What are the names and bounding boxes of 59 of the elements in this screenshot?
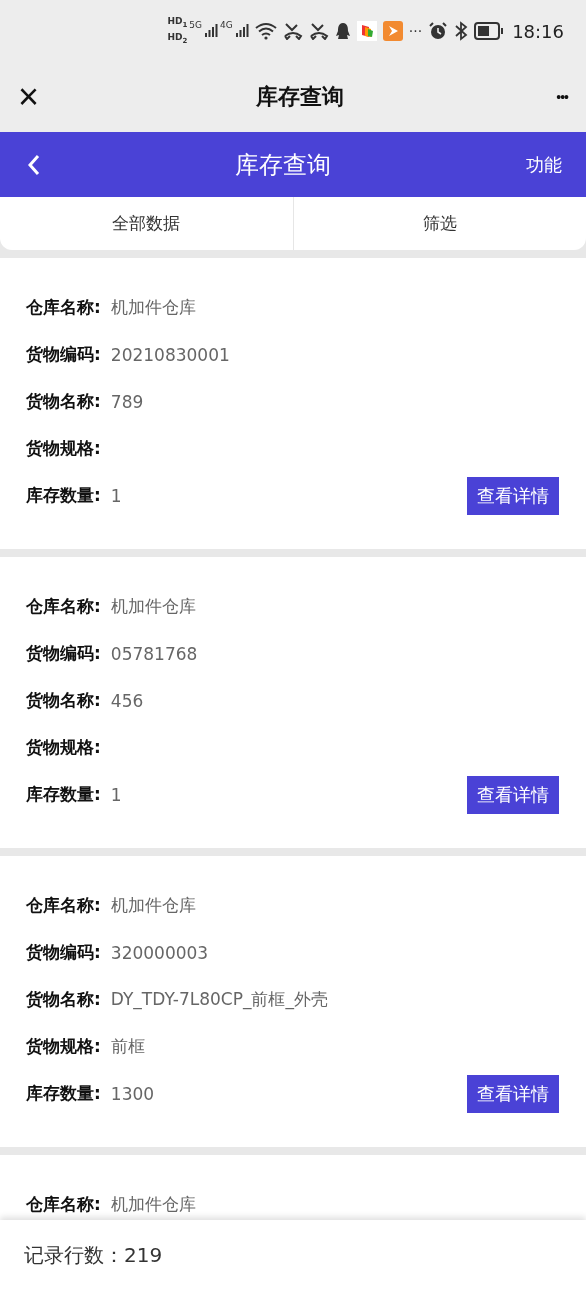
function-button[interactable]: 功能 bbox=[526, 152, 562, 177]
field-value: 前框 bbox=[110, 1035, 145, 1058]
missed-call-icon bbox=[308, 22, 329, 40]
field-label: 货物编码: bbox=[26, 642, 101, 665]
network-type: 5G bbox=[189, 20, 203, 31]
field-value: 机加件仓库 bbox=[110, 1193, 196, 1216]
detail-button[interactable]: 查看详情 bbox=[467, 775, 559, 814]
back-icon[interactable] bbox=[28, 153, 40, 176]
more-notifications: ··· bbox=[408, 23, 423, 39]
penguin-icon bbox=[334, 22, 351, 40]
hd-indicator: HD$_{1}$ bbox=[167, 16, 188, 30]
field-value: 320000003 bbox=[110, 942, 209, 963]
page-title: 库存查询 bbox=[255, 83, 344, 111]
field-value: 机加件仓库 bbox=[110, 595, 196, 618]
tab[interactable]: 全部数据 bbox=[0, 197, 293, 250]
field-label: 货物名称: bbox=[26, 390, 101, 413]
field-value: 20210830001 bbox=[110, 344, 230, 365]
wifi-icon bbox=[254, 22, 277, 40]
field-value: 789 bbox=[110, 391, 144, 412]
detail-button[interactable]: 查看详情 bbox=[467, 1074, 559, 1113]
hd-indicator: HD$_{2}$ bbox=[167, 32, 188, 46]
field-value: 1300 bbox=[110, 1083, 155, 1104]
field-value: 1 bbox=[110, 784, 122, 805]
field-value: 456 bbox=[110, 690, 144, 711]
field-label: 仓库名称: bbox=[26, 296, 101, 319]
field-label: 货物规格: bbox=[26, 1035, 101, 1058]
network-type: 4G bbox=[220, 20, 233, 31]
tab[interactable]: 筛选 bbox=[292, 197, 586, 250]
app-icon bbox=[356, 21, 377, 41]
clock-time: 18:16 bbox=[512, 20, 564, 42]
play-app-icon bbox=[382, 21, 403, 41]
field-value: 1 bbox=[110, 485, 122, 506]
field-label: 库存数量: bbox=[26, 484, 101, 507]
field-label: 库存数量: bbox=[26, 783, 101, 806]
missed-call-icon bbox=[282, 22, 303, 40]
field-value: 05781768 bbox=[110, 643, 198, 664]
field-value: DY_TDY-7L80CP_前框_外壳 bbox=[110, 988, 328, 1011]
field-label: 货物编码: bbox=[26, 941, 101, 964]
field-label: 仓库名称: bbox=[26, 595, 101, 618]
field-value: 机加件仓库 bbox=[110, 296, 196, 319]
field-label: 货物名称: bbox=[26, 988, 101, 1011]
field-label: 货物规格: bbox=[26, 437, 101, 460]
header-title: 库存查询 bbox=[235, 149, 331, 181]
field-label: 仓库名称: bbox=[26, 1193, 101, 1216]
detail-button[interactable]: 查看详情 bbox=[467, 476, 559, 515]
signal-icon bbox=[234, 24, 249, 38]
field-label: 库存数量: bbox=[26, 1082, 101, 1105]
field-label: 货物名称: bbox=[26, 689, 101, 712]
alarm-icon bbox=[428, 21, 449, 41]
field-label: 货物规格: bbox=[26, 736, 101, 759]
field-label: 货物编码: bbox=[26, 343, 101, 366]
record-count: 记录行数：219 bbox=[24, 1241, 163, 1269]
field-label: 仓库名称: bbox=[26, 894, 101, 917]
menu-button[interactable]: ••• bbox=[556, 89, 568, 105]
bluetooth-icon bbox=[454, 21, 469, 41]
signal-icon bbox=[204, 24, 219, 38]
field-value: 机加件仓库 bbox=[110, 894, 196, 917]
battery-icon bbox=[474, 22, 505, 40]
close-button[interactable]: × bbox=[14, 79, 44, 115]
